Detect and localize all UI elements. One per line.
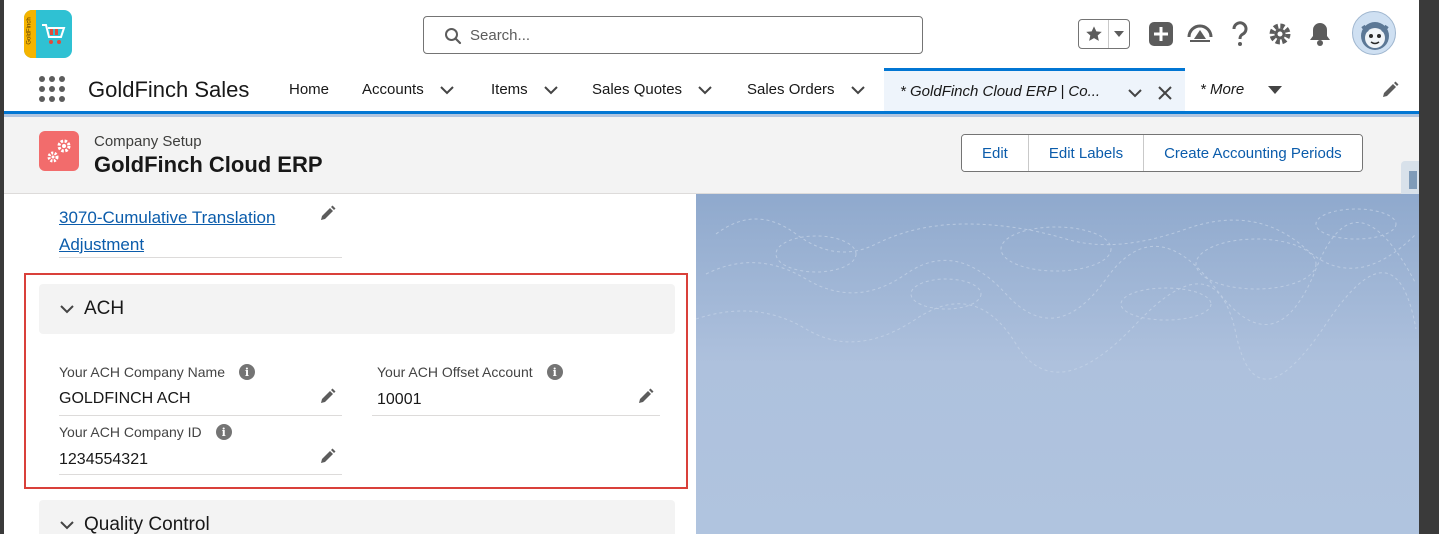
app-navigation-bar: GoldFinch Sales Home Accounts Items Sale… <box>4 68 1419 114</box>
app-launcher-button[interactable] <box>39 76 67 104</box>
chevron-down-icon[interactable] <box>849 81 867 99</box>
record-title: GoldFinch Cloud ERP <box>94 152 323 177</box>
cart-icon <box>42 24 66 44</box>
chevron-down-icon[interactable] <box>696 81 714 99</box>
favorites-star-button[interactable] <box>1079 20 1109 48</box>
gears-icon <box>47 139 71 163</box>
nav-item-label: Home <box>289 81 330 98</box>
edit-pencil-icon[interactable] <box>319 204 337 222</box>
plus-icon <box>1149 22 1173 46</box>
app-logo[interactable]: GoldFinch <box>24 10 72 58</box>
topographic-pattern <box>696 208 1417 380</box>
app-window: GoldFinch Search... GoldFinch Sales Home… <box>4 0 1419 534</box>
gear-icon <box>1269 23 1291 45</box>
app-name: GoldFinch Sales <box>88 77 250 102</box>
nav-item-home[interactable]: Home <box>289 68 329 111</box>
notifications-button[interactable] <box>1306 20 1334 48</box>
tab-goldfinch-cloud-erp[interactable]: * GoldFinch Cloud ERP | Co... <box>884 68 1185 111</box>
close-icon[interactable] <box>1157 85 1173 101</box>
chevron-down-icon[interactable] <box>438 81 456 99</box>
record-page-header: Company Setup GoldFinch Cloud ERP Edit E… <box>4 117 1419 199</box>
nav-item-sales-orders[interactable]: Sales Orders <box>747 68 867 111</box>
edit-button[interactable]: Edit <box>962 135 1029 171</box>
global-header: GoldFinch <box>4 0 1419 68</box>
section-title: Quality Control <box>84 514 210 534</box>
create-accounting-periods-button[interactable]: Create Accounting Periods <box>1144 135 1362 171</box>
section-header-quality-control[interactable]: Quality Control <box>39 500 675 534</box>
user-avatar[interactable] <box>1352 11 1396 55</box>
nav-item-label: Sales Quotes <box>592 81 683 98</box>
background-pattern <box>696 194 1419 534</box>
favorites-button-group <box>1078 19 1130 49</box>
nav-item-items[interactable]: Items <box>491 68 560 111</box>
caret-down-icon <box>1268 85 1283 94</box>
record-actions-button-group: Edit Edit Labels Create Accounting Perio… <box>961 134 1363 172</box>
bell-icon <box>1310 23 1330 46</box>
chevron-down-icon[interactable] <box>542 81 560 99</box>
nav-more-menu[interactable]: * More <box>1200 68 1283 111</box>
astro-avatar-icon <box>1361 22 1389 50</box>
help-icon <box>1232 21 1248 46</box>
nav-item-accounts[interactable]: Accounts <box>362 68 456 111</box>
translation-adjustment-link[interactable]: 3070-Cumulative Translation Adjustment <box>59 204 299 258</box>
ach-section-highlight <box>24 273 688 489</box>
nav-item-label: Sales Orders <box>747 81 835 98</box>
help-button[interactable] <box>1226 20 1254 48</box>
nav-item-label: Items <box>491 81 528 98</box>
chevron-down-icon <box>60 521 74 530</box>
favorites-dropdown-button[interactable] <box>1109 20 1129 48</box>
star-icon <box>1085 26 1102 41</box>
edit-nav-pencil-icon[interactable] <box>1380 80 1400 100</box>
chevron-down-icon[interactable] <box>1126 84 1144 102</box>
search-icon <box>445 28 462 45</box>
object-type-label: Company Setup <box>94 133 202 150</box>
trailhead-icon <box>1187 24 1213 42</box>
nav-item-sales-quotes[interactable]: Sales Quotes <box>592 68 714 111</box>
global-search[interactable] <box>423 16 923 54</box>
field-divider <box>59 257 342 258</box>
trailhead-button[interactable] <box>1186 20 1214 48</box>
company-setup-object-icon <box>39 131 79 171</box>
nav-item-label: Accounts <box>362 81 424 98</box>
global-actions-button[interactable] <box>1147 20 1175 48</box>
logo-text: GoldFinch <box>26 17 33 45</box>
caret-down-icon <box>1114 31 1124 37</box>
nav-more-label: * More <box>1200 81 1245 98</box>
edit-labels-button[interactable]: Edit Labels <box>1028 135 1145 171</box>
setup-button[interactable] <box>1266 20 1294 48</box>
search-input[interactable] <box>470 23 900 47</box>
tab-label: * GoldFinch Cloud ERP | Co... <box>900 82 1101 100</box>
